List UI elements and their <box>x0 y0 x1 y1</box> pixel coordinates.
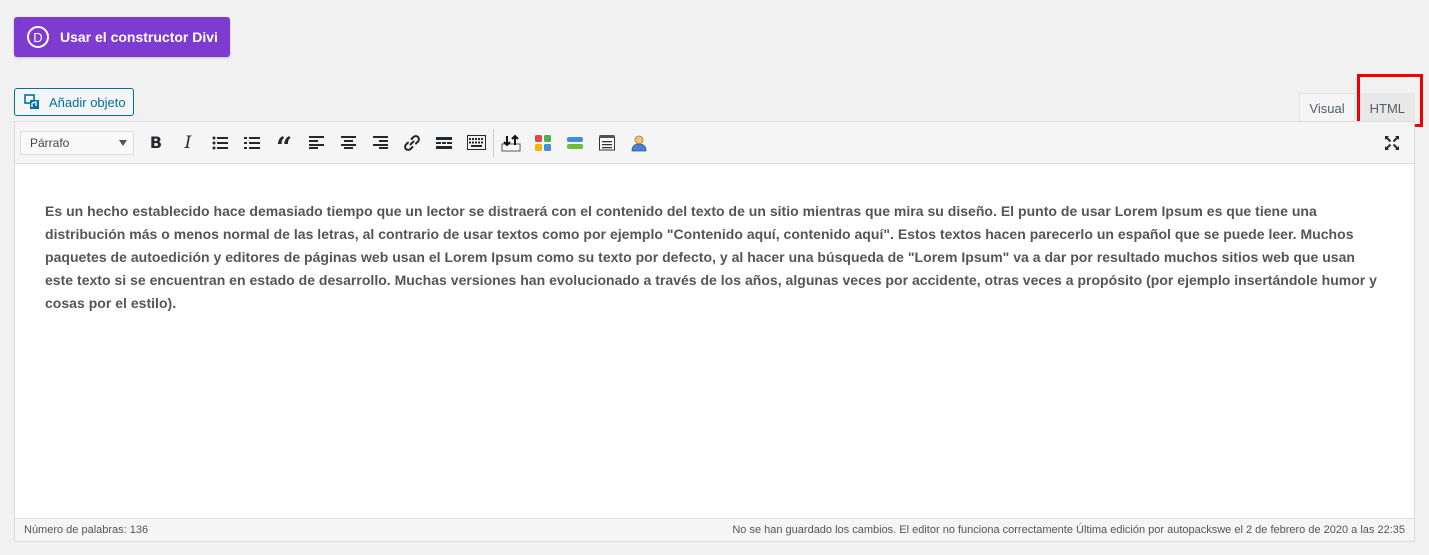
autosave-status: No se han guardado los cambios. El edito… <box>732 524 1405 536</box>
bold-icon: B <box>149 133 163 152</box>
editor-statusbar: Número de palabras: 136 No se han guarda… <box>15 518 1414 541</box>
divi-builder-label: Usar el constructor Divi <box>60 29 218 45</box>
divi-logo-icon: D <box>27 26 49 48</box>
tab-visual[interactable]: Visual <box>1299 93 1355 122</box>
plugin-button-1[interactable] <box>495 128 527 158</box>
fullscreen-icon <box>1385 136 1399 150</box>
editor-content[interactable]: Es un hecho establecido hace demasiado t… <box>15 164 1414 315</box>
numbered-list-icon <box>244 136 260 149</box>
keyboard-icon <box>466 135 486 150</box>
blockquote-button[interactable]: “ <box>268 128 300 161</box>
notepad-icon <box>599 134 615 150</box>
link-button[interactable] <box>396 128 428 158</box>
plugin-button-4[interactable] <box>591 128 623 158</box>
numbered-list-button[interactable] <box>236 128 268 158</box>
italic-icon: I <box>184 132 192 153</box>
format-select[interactable]: Párrafo <box>20 130 134 155</box>
bullet-list-icon <box>212 136 228 149</box>
bold-button[interactable]: B <box>140 128 172 158</box>
user-icon <box>631 135 647 151</box>
layers-icon <box>567 136 583 149</box>
toolbar-separator <box>493 128 494 157</box>
download-arrows-icon <box>501 134 521 151</box>
editor-tabs: Visual HTML <box>1294 93 1415 122</box>
color-grid-icon <box>535 134 551 151</box>
read-more-button[interactable] <box>428 128 460 158</box>
fullscreen-button[interactable] <box>1376 128 1408 158</box>
plugin-button-3[interactable] <box>559 128 591 158</box>
tab-html[interactable]: HTML <box>1359 93 1415 122</box>
read-more-icon <box>436 136 452 149</box>
blockquote-icon: “ <box>275 130 293 164</box>
media-icon <box>24 94 40 110</box>
bullet-list-button[interactable] <box>204 128 236 158</box>
format-select-value: Párrafo <box>30 135 70 150</box>
align-center-icon <box>340 136 356 149</box>
divi-builder-button[interactable]: D Usar el constructor Divi <box>14 17 230 57</box>
align-center-button[interactable] <box>332 128 364 158</box>
editor-container: Párrafo B I “ Es un hecho establecido ha… <box>14 121 1415 542</box>
editor-toolbar: Párrafo B I “ <box>15 122 1414 164</box>
chevron-down-icon <box>119 139 127 146</box>
align-right-icon <box>372 136 388 149</box>
align-right-button[interactable] <box>364 128 396 158</box>
word-count: Número de palabras: 136 <box>24 524 149 536</box>
align-left-icon <box>308 136 324 149</box>
toolbar-toggle-button[interactable] <box>460 128 492 158</box>
add-media-label: Añadir objeto <box>49 94 126 110</box>
plugin-button-2[interactable] <box>527 128 559 158</box>
align-left-button[interactable] <box>300 128 332 158</box>
add-media-button[interactable]: Añadir objeto <box>14 88 134 116</box>
italic-button[interactable]: I <box>172 128 204 158</box>
plugin-button-5[interactable] <box>623 128 655 158</box>
link-icon <box>404 134 420 151</box>
